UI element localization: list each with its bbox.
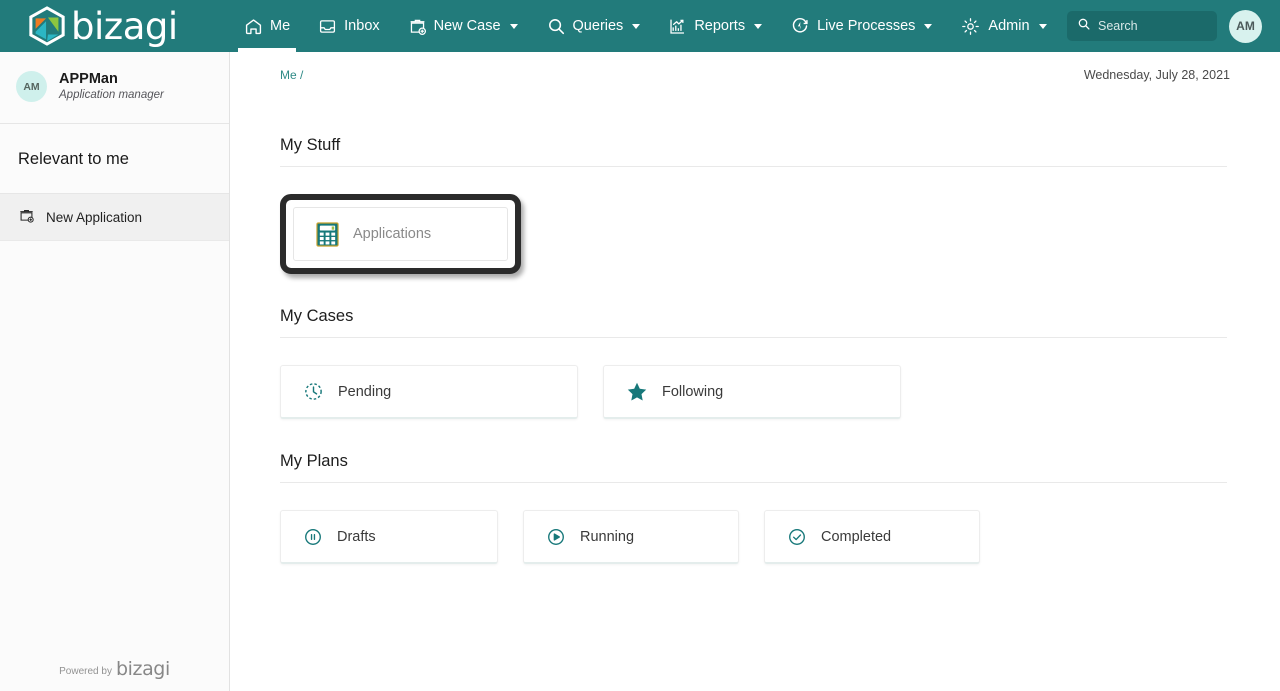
section-title: My Plans [280,452,348,470]
main-header: Me / Wednesday, July 28, 2021 [280,52,1230,82]
play-circle-icon [546,527,566,547]
pause-circle-icon [303,527,323,547]
top-navigation-bar: bizagi Me Inbox New Case Queries Reports… [0,0,1280,52]
current-date-label: Wednesday, July 28, 2021 [1083,68,1230,82]
nav-item-new-case[interactable]: New Case [394,0,532,52]
card-completed[interactable]: Completed [764,510,980,564]
card-label: Drafts [337,528,376,545]
card-drafts[interactable]: Drafts [280,510,498,564]
search-icon [1077,17,1091,36]
home-icon [244,17,263,36]
sidebar-profile[interactable]: AM APPMan Application manager [0,52,229,125]
bizagi-hexagon-logo-icon [28,6,66,46]
card-following[interactable]: Following [603,365,901,419]
section-my-stuff: My Stuff Applications [280,82,1230,274]
calculator-icon [316,221,339,247]
sidebar-section-title: Relevant to me [0,124,229,195]
sidebar-item-new-application[interactable]: New Application [0,194,229,242]
card-label: Following [662,383,724,400]
nav-item-label: Live Processes [817,18,916,34]
nav-right-group: AM [1067,9,1280,43]
live-processes-icon [790,16,810,36]
reports-chart-icon [668,17,687,36]
chevron-down-icon [924,23,933,29]
powered-by-text: Powered by [59,666,112,677]
profile-text: APPMan Application manager [59,70,164,103]
nav-items: Me Inbox New Case Queries Reports Live P… [230,0,1061,52]
card-label: Running [580,528,635,545]
user-avatar[interactable]: AM [1229,9,1262,43]
card-pending[interactable]: Pending [280,365,578,419]
nav-item-label: Me [270,18,291,34]
card-row: Pending Following [280,338,1230,419]
avatar: AM [16,71,47,103]
nav-item-queries[interactable]: Queries [532,0,655,52]
nav-item-me[interactable]: Me [230,0,304,52]
nav-item-label: New Case [433,18,501,34]
powered-by-brand: bizagi [115,658,170,680]
card-row: Applications [280,167,1230,274]
nav-item-label: Inbox [344,18,380,34]
section-title: My Stuff [280,136,341,154]
card-running[interactable]: Running [523,510,739,564]
chevron-down-icon [1038,23,1047,29]
card-label: Completed [821,528,892,545]
inbox-icon [318,17,337,36]
search-input[interactable] [1098,19,1207,33]
clock-icon [303,381,324,402]
nav-item-reports[interactable]: Reports [654,0,776,52]
main-content: Me / Wednesday, July 28, 2021 My Stuff A… [230,52,1280,691]
brand-logo[interactable]: bizagi [0,0,230,52]
brand-wordmark: bizagi [71,4,178,48]
sidebar-item-label: New Application [46,209,143,225]
section-my-plans: My Plans Drafts Running Completed [280,419,1230,564]
sidebar: AM APPMan Application manager Relevant t… [0,52,230,691]
card-applications[interactable]: Applications [293,207,508,261]
section-title: My Cases [280,307,354,325]
card-label: Applications [353,226,432,242]
profile-name: APPMan [59,71,118,87]
chevron-down-icon [509,23,518,29]
nav-item-label: Admin [988,18,1030,34]
check-circle-icon [787,527,807,547]
nav-item-label: Queries [572,18,624,34]
star-icon [626,381,648,403]
profile-role: Application manager [59,89,164,102]
briefcase-plus-icon [18,207,35,227]
nav-item-admin[interactable]: Admin [946,0,1060,52]
gear-icon [960,16,981,37]
breadcrumb[interactable]: Me / [280,68,303,82]
card-row: Drafts Running Completed [280,483,1230,564]
section-my-cases: My Cases Pending Following [280,274,1230,419]
powered-by-footer: Powered by bizagi [0,660,229,679]
nav-item-live-processes[interactable]: Live Processes [776,0,946,52]
chevron-down-icon [632,23,641,29]
card-label: Pending [338,383,392,400]
search-icon [546,16,566,36]
applications-card-highlight: Applications [280,194,521,274]
nav-item-inbox[interactable]: Inbox [304,0,393,52]
new-case-icon [408,17,427,36]
nav-item-label: Reports [694,18,746,34]
search-box[interactable] [1067,11,1217,41]
chevron-down-icon [754,23,763,29]
